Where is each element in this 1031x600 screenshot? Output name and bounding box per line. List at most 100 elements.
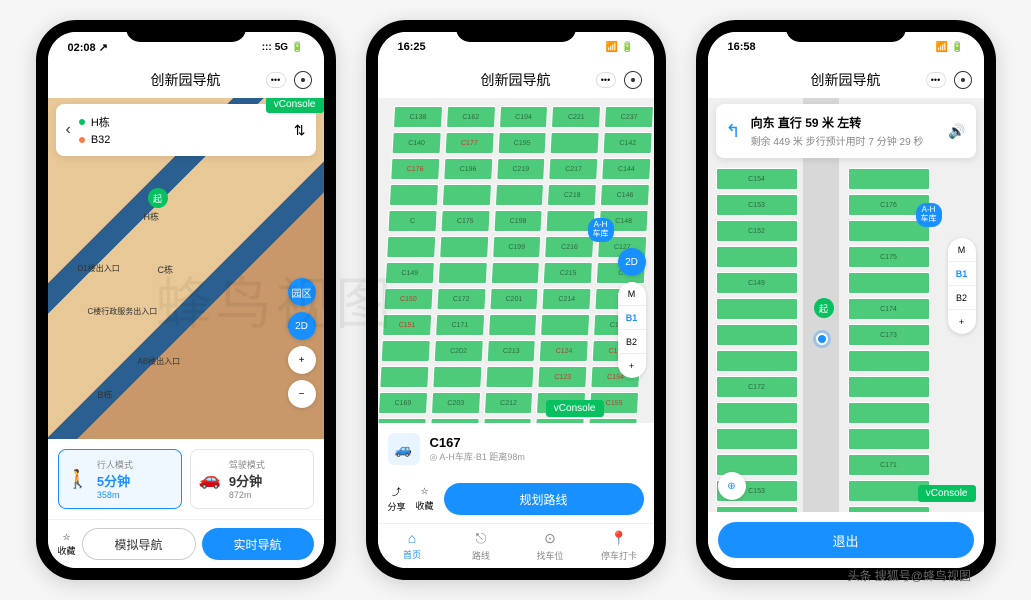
floor-m[interactable]: M — [618, 282, 646, 306]
floor-b1[interactable]: B1 — [618, 306, 646, 330]
floor-b2[interactable]: B2 — [948, 286, 976, 310]
parking-cell[interactable]: C221 — [551, 106, 601, 128]
parking-cell[interactable] — [716, 350, 798, 372]
parking-cell[interactable]: C218 — [547, 184, 597, 206]
vconsole-badge[interactable]: vConsole — [918, 485, 976, 502]
swap-icon[interactable]: ⇅ — [294, 122, 306, 139]
parking-cell[interactable] — [487, 314, 537, 336]
vconsole-badge[interactable]: vConsole — [266, 98, 324, 113]
parking-cell[interactable]: C212 — [483, 392, 533, 414]
parking-cell[interactable] — [848, 168, 930, 190]
parking-cell[interactable] — [484, 366, 534, 388]
parking-cell[interactable]: C171 — [848, 454, 930, 476]
parking-cell[interactable]: C124 — [539, 340, 589, 362]
parking-cell[interactable] — [848, 220, 930, 242]
parking-cell[interactable]: C169 — [378, 392, 428, 414]
parking-cell[interactable]: C174 — [848, 298, 930, 320]
locate-button[interactable]: ⊕ — [718, 472, 746, 500]
parking-cell[interactable] — [380, 340, 430, 362]
parking-cell[interactable] — [848, 272, 930, 294]
parking-cell[interactable]: C154 — [716, 168, 798, 190]
parking-cell[interactable] — [848, 428, 930, 450]
zoom-in[interactable]: + — [618, 354, 646, 378]
parking-cell[interactable]: C194 — [498, 106, 548, 128]
parking-cell[interactable]: C202 — [433, 340, 483, 362]
parking-cell[interactable]: C237 — [604, 106, 654, 128]
parking-cell[interactable] — [482, 418, 532, 423]
nav-map[interactable]: ↰ 向东 直行 59 米 左转 剩余 449 米 步行预计用时 7 分钟 29 … — [708, 98, 984, 512]
more-icon[interactable]: ••• — [926, 72, 946, 88]
parking-cell[interactable] — [549, 132, 599, 154]
map-area[interactable]: vConsole ‹ H栋 B32 ⇅ 起 H栋 C栋 D1楼出入口 C楼行政服… — [48, 98, 324, 439]
parking-cell[interactable]: C151 — [382, 314, 432, 336]
parking-cell[interactable]: C144 — [601, 158, 651, 180]
view-2d-button[interactable]: 2D — [288, 312, 316, 340]
parking-cell[interactable] — [432, 366, 482, 388]
parking-cell[interactable] — [437, 262, 487, 284]
floor-b2[interactable]: B2 — [618, 330, 646, 354]
parking-cell[interactable]: C175 — [440, 210, 490, 232]
parking-cell[interactable]: C171 — [434, 314, 484, 336]
plan-route-button[interactable]: 规划路线 — [444, 483, 644, 515]
parking-cell[interactable]: C149 — [716, 272, 798, 294]
share-button[interactable]: ⤴分享 — [388, 485, 406, 513]
exit-button[interactable]: 退出 — [718, 522, 974, 558]
parking-cell[interactable]: C175 — [848, 246, 930, 268]
live-nav-button[interactable]: 实时导航 — [202, 528, 314, 560]
parking-cell[interactable]: C — [387, 210, 437, 232]
parking-cell[interactable]: C149 — [384, 262, 434, 284]
parking-cell[interactable]: C196 — [443, 158, 493, 180]
parking-cell[interactable] — [848, 376, 930, 398]
parking-cell[interactable] — [386, 236, 436, 258]
parking-cell[interactable] — [540, 314, 590, 336]
fav-button[interactable]: ☆收藏 — [58, 532, 76, 557]
vconsole-badge[interactable]: vConsole — [546, 400, 604, 417]
parking-cell[interactable]: C172 — [436, 288, 486, 310]
zone-badge[interactable]: 园区 — [288, 278, 316, 306]
parking-cell[interactable]: C177 — [444, 132, 494, 154]
parking-cell[interactable]: C152 — [716, 220, 798, 242]
parking-cell[interactable]: C198 — [493, 210, 543, 232]
parking-cell[interactable] — [494, 184, 544, 206]
zoom-in-button[interactable]: + — [288, 346, 316, 374]
close-icon[interactable] — [954, 71, 972, 89]
parking-cell[interactable] — [490, 262, 540, 284]
parking-cell[interactable] — [716, 506, 798, 512]
close-icon[interactable] — [624, 71, 642, 89]
floor-b1[interactable]: B1 — [948, 262, 976, 286]
tab-find[interactable]: ⊙找车位 — [516, 530, 585, 562]
parking-cell[interactable]: C172 — [716, 376, 798, 398]
walk-mode[interactable]: 🚶 行人模式5分钟358m — [58, 449, 182, 509]
parking-cell[interactable]: C215 — [543, 262, 593, 284]
close-icon[interactable] — [294, 71, 312, 89]
parking-cell[interactable]: C219 — [495, 158, 545, 180]
parking-cell[interactable]: C162 — [445, 106, 495, 128]
parking-cell[interactable]: C203 — [430, 392, 480, 414]
parking-cell[interactable]: C217 — [548, 158, 598, 180]
more-icon[interactable]: ••• — [266, 72, 286, 88]
parking-cell[interactable]: C199 — [491, 236, 541, 258]
tab-route[interactable]: ⎋路线 — [447, 530, 516, 562]
parking-cell[interactable]: C173 — [848, 324, 930, 346]
drive-mode[interactable]: 🚗 驾驶模式9分钟872m — [190, 449, 314, 509]
parking-cell[interactable] — [438, 236, 488, 258]
parking-cell[interactable]: C138 — [392, 106, 442, 128]
parking-cell[interactable]: C216 — [544, 236, 594, 258]
parking-cell[interactable]: C169 — [848, 506, 930, 512]
ah-garage-badge[interactable]: A-H车库 — [588, 218, 614, 242]
parking-cell[interactable]: C156 — [587, 418, 637, 423]
parking-cell[interactable] — [848, 402, 930, 424]
parking-cell[interactable] — [716, 402, 798, 424]
tab-home[interactable]: ⌂首页 — [378, 530, 447, 562]
more-icon[interactable]: ••• — [596, 72, 616, 88]
parking-cell[interactable]: C153 — [716, 194, 798, 216]
parking-cell[interactable]: C121 — [534, 418, 584, 423]
parking-cell[interactable] — [378, 418, 427, 423]
floor-m[interactable]: M — [948, 238, 976, 262]
parking-cell[interactable] — [716, 428, 798, 450]
zoom-out-button[interactable]: − — [288, 380, 316, 408]
parking-cell[interactable]: C214 — [541, 288, 591, 310]
parking-cell[interactable]: C195 — [497, 132, 547, 154]
parking-cell[interactable]: C142 — [602, 132, 652, 154]
parking-cell[interactable]: C146 — [600, 184, 650, 206]
